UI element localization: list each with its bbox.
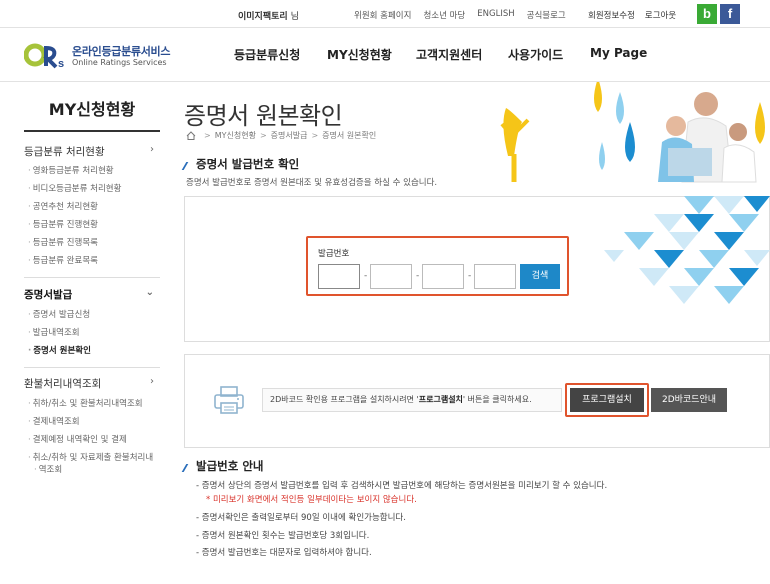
dash-separator: -	[364, 271, 368, 281]
link-english[interactable]: ENGLISH	[477, 9, 514, 21]
program-install-message: 2D바코드 확인용 프로그램을 설치하시려면 '프로그램설치' 버튼을 클릭하세…	[262, 388, 562, 412]
sidebar-title: MY신청현황	[24, 90, 160, 132]
link-committee-home[interactable]: 위원회 홈페이지	[354, 9, 411, 21]
sidebar-group-rating-status[interactable]: 등급분류 처리현황 ›	[24, 144, 160, 159]
page-title: 증명서 원본확인	[184, 102, 343, 130]
sidebar-item-movie-status[interactable]: 영화등급분류 처리현황	[28, 164, 114, 176]
dash-separator: -	[416, 271, 420, 281]
sidebar-group-label: 등급분류 처리현황	[24, 146, 105, 158]
sidebar-divider	[24, 367, 160, 368]
title-marker-icon	[181, 463, 195, 472]
issue-number-input-4[interactable]	[474, 264, 516, 289]
top-utility-bar: 이미지팩토리 님 위원회 홈페이지 청소년 마당 ENGLISH 공식블로그 회…	[0, 0, 770, 28]
user-name: 이미지팩토리	[238, 12, 288, 22]
guide-item: - 증명서 발급번호는 대문자로 입력하셔야 합니다.	[196, 548, 372, 558]
site-logo[interactable]: s 온라인등급분류서비스 Online Ratings Services	[24, 42, 174, 72]
facebook-icon[interactable]: f	[720, 4, 740, 24]
install-program-button[interactable]: 프로그램설치	[570, 388, 644, 412]
section-title-text: 증명서 발급번호 확인	[196, 157, 300, 171]
breadcrumb-item[interactable]: 증명서발급	[271, 130, 308, 141]
sidebar-item-progress-list[interactable]: 등급분류 진행목록	[28, 236, 98, 248]
chevron-down-icon: ⌄	[145, 287, 154, 298]
section-title-number-guide: 발급번호 안내	[181, 458, 264, 474]
message-bold: 프로그램설치	[418, 395, 463, 404]
message-text: 2D바코드 확인용 프로그램을 설치하시려면 '	[270, 395, 419, 404]
issue-number-form: 발급번호 - - - 검색	[306, 236, 569, 296]
link-official-blog[interactable]: 공식블로그	[527, 9, 566, 21]
sidebar-divider	[24, 277, 160, 278]
section-title-number-check: 증명서 발급번호 확인	[181, 156, 300, 172]
issue-number-input-3[interactable]	[422, 264, 464, 289]
guide-item: - 증명서 원본확인 횟수는 발급번호당 3회입니다.	[196, 531, 370, 541]
sidebar-item-original-check[interactable]: 증명서 원본확인	[28, 344, 91, 356]
triangle-pattern	[604, 196, 770, 304]
sidebar-group-refund[interactable]: 환불처리내역조회 ›	[24, 376, 160, 391]
guide-item: - 증명서 상단의 증명서 발급번호를 입력 후 검색하시면 발급번호에 해당하…	[196, 481, 608, 491]
family-illustration	[500, 82, 765, 183]
guide-item-notice: * 미리보기 화면에서 적인등 일부데이타는 보이지 않습니다.	[206, 495, 417, 505]
svg-text:s: s	[58, 58, 64, 70]
sidebar-item-refund-history[interactable]: 취하/취소 및 환불처리내역조회	[28, 397, 143, 409]
barcode-guide-button[interactable]: 2D바코드안내	[651, 388, 727, 412]
sidebar-item-submission-refund-cont[interactable]: 역조회	[34, 463, 62, 475]
sidebar-item-submission-refund[interactable]: 취소/취하 및 자료제출 환불처리내	[28, 451, 153, 463]
nav-rating-apply[interactable]: 등급분류신청	[234, 46, 300, 63]
blog-icon[interactable]: b	[697, 4, 717, 24]
breadcrumb-item[interactable]: MY신청현황	[215, 130, 256, 141]
issue-number-input-2[interactable]	[370, 264, 412, 289]
search-button[interactable]: 검색	[520, 264, 560, 289]
logo-english: Online Ratings Services	[72, 58, 167, 67]
logo-korean: 온라인등급분류서비스	[72, 45, 171, 58]
nav-my-page[interactable]: My Page	[590, 46, 647, 60]
title-marker-icon	[181, 161, 195, 170]
nav-my-status[interactable]: MY신청현황	[327, 46, 392, 63]
breadcrumb-separator: >	[259, 131, 267, 140]
left-sidebar: MY신청현황 등급분류 처리현황 › 영화등급분류 처리현황 비디오등급분류 처리…	[24, 90, 160, 475]
breadcrumb-separator: >	[204, 131, 211, 140]
message-text: ' 버튼을 클릭하세요.	[462, 395, 532, 404]
chevron-right-icon: ›	[150, 144, 154, 155]
breadcrumb-item-current: 증명서 원본확인	[322, 131, 377, 140]
sidebar-group-certificate[interactable]: 증명서발급 ⌄	[24, 287, 160, 302]
printer-icon	[214, 386, 244, 414]
sidebar-item-issue-history[interactable]: 발급내역조회	[28, 326, 80, 338]
sidebar-item-payment-history[interactable]: 결제내역조회	[28, 415, 80, 427]
home-icon[interactable]	[186, 131, 196, 140]
section-title-text: 발급번호 안내	[196, 459, 264, 473]
account-links: 회원정보수정 로그아웃	[588, 9, 686, 21]
sidebar-item-progress-status[interactable]: 등급분류 진행현황	[28, 218, 98, 230]
user-suffix: 님	[290, 12, 299, 22]
ors-logo-icon: s	[24, 43, 64, 70]
sidebar-item-performance-status[interactable]: 공연추천 처리현황	[28, 200, 98, 212]
issue-number-input-1[interactable]	[318, 264, 360, 289]
utility-links: 위원회 홈페이지 청소년 마당 ENGLISH 공식블로그	[354, 9, 578, 21]
dash-separator: -	[468, 271, 472, 281]
sidebar-item-payment-pending[interactable]: 결제예정 내역확인 및 결제	[28, 433, 127, 445]
link-edit-profile[interactable]: 회원정보수정	[588, 9, 635, 21]
sidebar-group-label: 증명서발급	[24, 289, 73, 301]
link-youth[interactable]: 청소년 마당	[423, 9, 465, 21]
sidebar-group-label: 환불처리내역조회	[24, 378, 102, 390]
guide-item: - 증명서확인은 출력일로부터 90일 이내에 확인가능합니다.	[196, 513, 406, 523]
issue-number-label: 발급번호	[318, 249, 350, 259]
user-greeting: 이미지팩토리 님	[238, 9, 299, 22]
link-logout[interactable]: 로그아웃	[645, 9, 676, 21]
nav-user-guide[interactable]: 사용가이드	[508, 46, 563, 63]
sidebar-item-video-status[interactable]: 비디오등급분류 처리현황	[28, 182, 122, 194]
chevron-right-icon: ›	[150, 376, 154, 387]
main-header: s 온라인등급분류서비스 Online Ratings Services 등급분…	[0, 28, 770, 82]
breadcrumb-separator: >	[311, 131, 319, 140]
breadcrumb: > MY신청현황 > 증명서발급 > 증명서 원본확인	[186, 130, 376, 141]
sidebar-item-complete-list[interactable]: 등급분류 완료목록	[28, 254, 98, 266]
section-description: 증명서 발급번호로 증명서 원본대조 및 유효성검증을 하실 수 있습니다.	[186, 178, 438, 188]
sidebar-item-certificate-apply[interactable]: 증명서 발급신청	[28, 308, 90, 320]
nav-customer-support[interactable]: 고객지원센터	[416, 46, 482, 63]
